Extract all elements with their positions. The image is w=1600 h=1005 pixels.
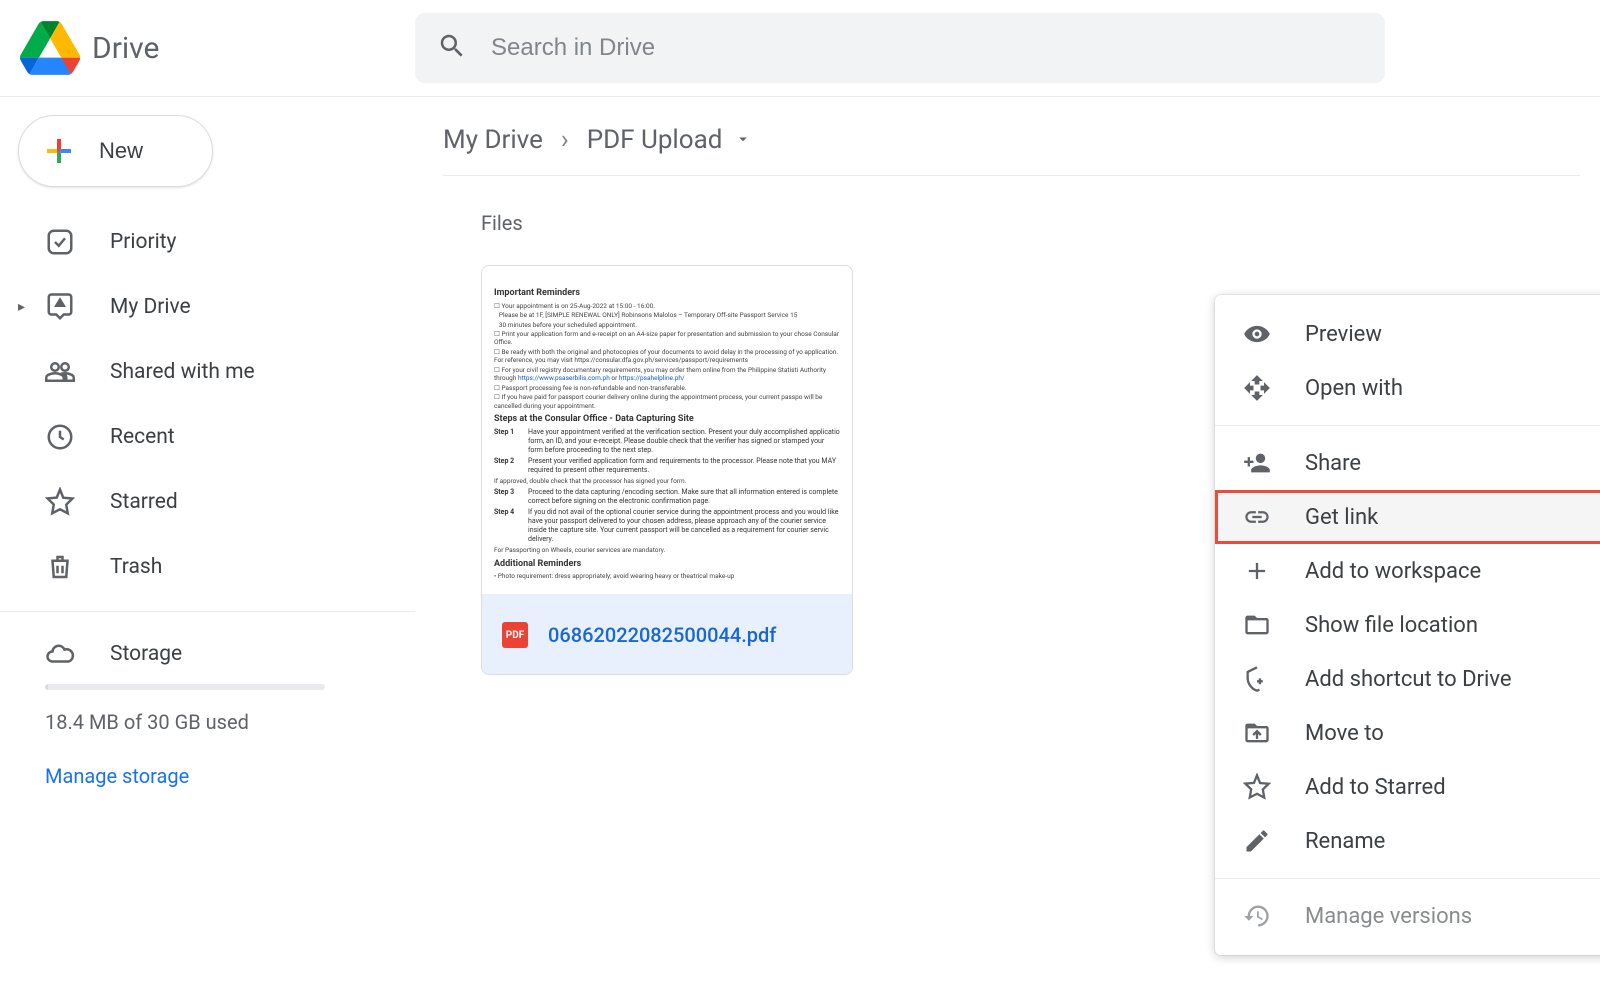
new-button-label: New [99, 138, 143, 164]
menu-item-add-workspace[interactable]: Add to workspace › [1215, 544, 1600, 598]
menu-item-add-starred[interactable]: Add to Starred [1215, 760, 1600, 814]
menu-label: Add to Starred [1305, 775, 1446, 800]
menu-label: Open with [1305, 376, 1403, 401]
expand-caret-icon[interactable]: ▸ [18, 299, 25, 315]
star-icon [45, 487, 75, 517]
menu-item-share[interactable]: Share [1215, 436, 1600, 490]
nav-label: Trash [110, 555, 162, 579]
nav-item-recent[interactable]: Recent [0, 404, 415, 469]
menu-label: Add to workspace [1305, 559, 1481, 584]
menu-item-show-location[interactable]: Show file location [1215, 598, 1600, 652]
files-section-label: Files [481, 211, 1600, 235]
manage-storage-link[interactable]: Manage storage [0, 764, 415, 788]
file-name: 06862022082500044.pdf [548, 623, 776, 647]
nav-label: Priority [110, 230, 176, 254]
menu-item-get-link[interactable]: Get link [1215, 490, 1600, 544]
star-outline-icon [1243, 773, 1271, 801]
menu-label: Add shortcut to Drive [1305, 667, 1512, 692]
pdf-badge-icon: PDF [502, 622, 528, 648]
nav-item-storage[interactable]: Storage [0, 624, 415, 684]
nav-label: Recent [110, 425, 175, 449]
dropdown-caret-icon [734, 125, 752, 155]
search-input[interactable] [491, 34, 1363, 62]
menu-item-move-to[interactable]: Move to [1215, 706, 1600, 760]
priority-icon [45, 227, 75, 257]
context-menu: Preview Open with › Share Get link Add t… [1215, 295, 1600, 955]
nav-label: Starred [110, 490, 178, 514]
menu-item-rename[interactable]: Rename [1215, 814, 1600, 868]
breadcrumb-current-label: PDF Upload [587, 125, 723, 155]
chevron-right-icon: › [561, 125, 569, 155]
nav-list: Priority ▸ My Drive Shared with me Recen… [0, 209, 415, 599]
nav-label: My Drive [110, 295, 191, 319]
menu-item-open-with[interactable]: Open with › [1215, 361, 1600, 415]
link-icon [1243, 503, 1271, 531]
search-icon [437, 31, 467, 65]
menu-label: Preview [1305, 322, 1382, 347]
shortcut-icon [1243, 665, 1271, 693]
menu-label: Show file location [1305, 613, 1478, 638]
menu-divider [1215, 425, 1600, 426]
app-name: Drive [92, 31, 159, 66]
divider [0, 611, 415, 612]
eye-icon [1243, 320, 1271, 348]
nav-item-mydrive[interactable]: ▸ My Drive [0, 274, 415, 339]
header: Drive [0, 0, 1600, 97]
pencil-icon [1243, 827, 1271, 855]
search-bar[interactable] [415, 13, 1385, 83]
menu-label: Move to [1305, 721, 1384, 746]
trash-icon [45, 552, 75, 582]
storage-label: Storage [110, 642, 182, 666]
file-card[interactable]: Important Reminders ☐ Your appointment i… [481, 265, 853, 675]
nav-item-priority[interactable]: Priority [0, 209, 415, 274]
storage-used-text: 18.4 MB of 30 GB used [0, 710, 415, 734]
menu-divider [1215, 878, 1600, 879]
storage-bar [0, 684, 415, 690]
file-footer: PDF 06862022082500044.pdf [482, 594, 852, 675]
menu-label: Rename [1305, 829, 1385, 854]
menu-label: Share [1305, 451, 1361, 476]
breadcrumb: My Drive › PDF Upload [443, 125, 1580, 176]
main-content: My Drive › PDF Upload Files Important Re… [415, 97, 1600, 806]
nav-item-shared[interactable]: Shared with me [0, 339, 415, 404]
file-thumbnail: Important Reminders ☐ Your appointment i… [482, 266, 852, 594]
versions-icon [1243, 902, 1271, 930]
nav-item-starred[interactable]: Starred [0, 469, 415, 534]
nav-item-trash[interactable]: Trash [0, 534, 415, 599]
menu-label: Get link [1305, 505, 1378, 530]
nav-label: Shared with me [110, 360, 255, 384]
folder-icon [1243, 611, 1271, 639]
clock-icon [45, 422, 75, 452]
menu-label: Manage versions [1305, 904, 1472, 929]
shared-icon [45, 357, 75, 387]
cloud-icon [45, 639, 75, 669]
menu-item-add-shortcut[interactable]: Add shortcut to Drive [1215, 652, 1600, 706]
plus-icon [41, 133, 77, 169]
plus-thin-icon [1243, 557, 1271, 585]
logo-area[interactable]: Drive [20, 21, 415, 75]
person-add-icon [1243, 449, 1271, 477]
move-to-icon [1243, 719, 1271, 747]
open-with-icon [1243, 374, 1271, 402]
breadcrumb-current[interactable]: PDF Upload [587, 125, 753, 155]
sidebar: New Priority ▸ My Drive Shared with me R… [0, 97, 415, 806]
new-button[interactable]: New [18, 115, 213, 187]
drive-logo-icon [20, 21, 80, 75]
menu-item-manage-versions[interactable]: Manage versions [1215, 889, 1600, 943]
menu-item-preview[interactable]: Preview [1215, 307, 1600, 361]
mydrive-icon [45, 292, 75, 322]
breadcrumb-parent[interactable]: My Drive [443, 125, 543, 155]
